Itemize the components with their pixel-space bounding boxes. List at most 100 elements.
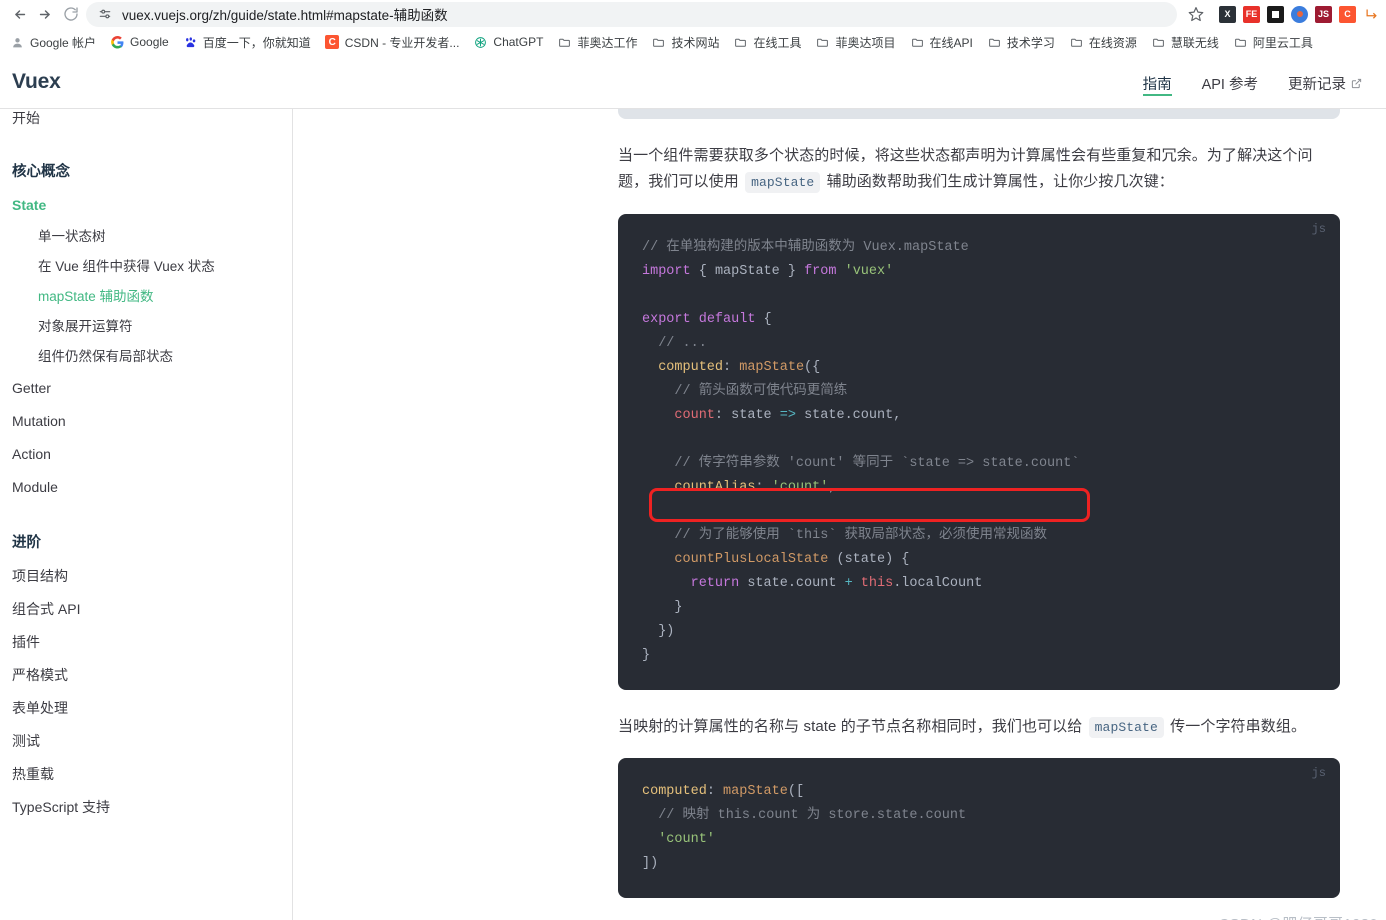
nav-link-guide[interactable]: 指南	[1142, 56, 1172, 108]
code-block-mapstate-array: js computed: mapState([ // 映射 this.count…	[618, 757, 1340, 898]
page-body: 安装 开始 核心概念 State 单一状态树 在 Vue 组件中获得 Vuex …	[0, 109, 1386, 920]
arrow-extension-icon[interactable]	[1363, 6, 1380, 23]
back-button[interactable]	[6, 2, 32, 26]
folder-icon	[557, 35, 572, 50]
chatgpt-icon	[473, 35, 488, 50]
bookmark-folder[interactable]: 菲奥达项目	[809, 31, 901, 54]
bookmark-folder[interactable]: 技术网站	[645, 31, 725, 54]
code-line: count: state => state.count,	[674, 407, 902, 423]
sidebar-item-module[interactable]: Module	[12, 471, 292, 504]
site-settings-icon[interactable]	[96, 5, 114, 23]
square-extension-icon[interactable]	[1267, 5, 1284, 23]
sidebar-item-plugins[interactable]: 插件	[12, 626, 292, 659]
code-line: // ...	[658, 335, 707, 351]
nav-link-changelog[interactable]: 更新记录	[1288, 56, 1362, 108]
bookmark-folder[interactable]: 在线工具	[727, 31, 807, 54]
folder-icon	[1151, 35, 1166, 50]
paragraph-text-a: 当映射的计算属性的名称与 state 的子节点名称相同时，我们也可以给	[618, 717, 1083, 735]
sidebar-item-testing[interactable]: 测试	[12, 725, 292, 758]
browser-toolbar: vuex.vuejs.org/zh/guide/state.html#mapst…	[0, 0, 1386, 28]
bookmark-folder[interactable]: 阿里云工具	[1227, 31, 1319, 54]
bookmark-label: Google	[130, 35, 169, 49]
bookmark-star-icon[interactable]	[1183, 2, 1209, 26]
bookmark-label: 在线工具	[753, 35, 802, 50]
bookmark-folder[interactable]: 菲奥达工作	[551, 31, 643, 54]
sidebar-item-getting-started[interactable]: 开始	[12, 109, 292, 133]
code-line: import { mapState } from 'vuex'	[642, 263, 894, 279]
csdn-icon: C	[325, 35, 340, 50]
bookmark-label: 百度一下，你就知道	[202, 35, 311, 50]
js-extension-icon[interactable]: JS	[1315, 5, 1332, 23]
sidebar-item-state[interactable]: State	[12, 189, 292, 222]
bookmark-item[interactable]: 百度一下，你就知道	[177, 31, 317, 54]
sidebar: 安装 开始 核心概念 State 单一状态树 在 Vue 组件中获得 Vuex …	[0, 109, 293, 920]
paragraph-mapstate-intro: 当一个组件需要获取多个状态的时候，将这些状态都声明为计算属性会有些重复和冗余。为…	[618, 143, 1340, 196]
bookmark-item[interactable]: Google 帐户	[4, 31, 102, 54]
code-line: }	[674, 599, 683, 615]
sidebar-item-composition-api[interactable]: 组合式 API	[12, 593, 292, 626]
folder-icon	[910, 35, 925, 50]
sidebar-item-project-structure[interactable]: 项目结构	[12, 560, 292, 593]
sidebar-item-form-handling[interactable]: 表单处理	[12, 692, 292, 725]
code-language-label: js	[1311, 221, 1326, 236]
bookmark-folder[interactable]: 技术学习	[981, 31, 1061, 54]
baidu-icon	[183, 35, 198, 50]
code-line: countPlusLocalState (state) {	[674, 551, 910, 567]
paragraph-text-b: 辅助函数帮助我们生成计算属性，让你少按几次键：	[826, 173, 1174, 191]
bookmark-item[interactable]: Google	[104, 32, 175, 53]
bookmark-label: 技术网站	[671, 35, 720, 50]
sidebar-scroll[interactable]: 安装 开始 核心概念 State 单一状态树 在 Vue 组件中获得 Vuex …	[12, 109, 292, 824]
folder-icon	[651, 35, 666, 50]
sidebar-subitem-get-state-in-vue-component[interactable]: 在 Vue 组件中获得 Vuex 状态	[12, 252, 292, 282]
reload-button[interactable]	[58, 2, 84, 26]
csdn-extension-icon[interactable]: C	[1339, 5, 1356, 23]
sidebar-heading-core-concepts: 核心概念	[12, 164, 70, 180]
content-inner: 当一个组件需要获取多个状态的时候，将这些状态都声明为计算属性会有些重复和冗余。为…	[618, 109, 1340, 898]
bookmark-label: 阿里云工具	[1252, 35, 1313, 50]
sidebar-subitem-local-state[interactable]: 组件仍然保有局部状态	[12, 342, 292, 372]
bookmark-label: 在线资源	[1088, 35, 1137, 50]
folder-icon	[733, 35, 748, 50]
sidebar-subitem-object-spread[interactable]: 对象展开运算符	[12, 312, 292, 342]
code-content[interactable]: // 在单独构建的版本中辅助函数为 Vuex.mapState import { …	[618, 236, 1340, 668]
address-bar[interactable]: vuex.vuejs.org/zh/guide/state.html#mapst…	[86, 1, 1177, 27]
code-line: 'count'	[658, 831, 715, 847]
folder-icon	[987, 35, 1002, 50]
sidebar-item-strict-mode[interactable]: 严格模式	[12, 659, 292, 692]
bookmark-label: 菲奥达工作	[577, 35, 638, 50]
sidebar-heading-advanced: 进阶	[12, 535, 41, 551]
code-line: ])	[642, 855, 659, 871]
bookmark-label: 慧联无线	[1170, 35, 1219, 50]
site-logo-title[interactable]: Vuex	[12, 70, 61, 94]
sidebar-subitem-single-state-tree[interactable]: 单一状态树	[12, 222, 292, 252]
bookmark-folder[interactable]: 在线资源	[1063, 31, 1143, 54]
sidebar-item-typescript-support[interactable]: TypeScript 支持	[12, 791, 292, 824]
nav-link-label: 更新记录	[1288, 76, 1346, 93]
inline-code-mapstate: mapState	[1088, 716, 1164, 738]
site-header: Vuex 指南 API 参考 更新记录	[0, 56, 1386, 109]
code-content[interactable]: computed: mapState([ // 映射 this.count 为 …	[618, 780, 1340, 876]
sidebar-item-mutation[interactable]: Mutation	[12, 405, 292, 438]
bookmark-item[interactable]: C CSDN - 专业开发者...	[319, 31, 466, 54]
nav-link-api[interactable]: API 参考	[1202, 56, 1258, 108]
bookmark-folder[interactable]: 在线API	[904, 31, 979, 54]
sidebar-subitem-mapstate-helper[interactable]: mapState 辅助函数	[12, 282, 292, 312]
forward-button[interactable]	[32, 2, 58, 26]
browser-chrome: vuex.vuejs.org/zh/guide/state.html#mapst…	[0, 0, 1386, 56]
sidebar-item-getter[interactable]: Getter	[12, 372, 292, 405]
fe-extension-icon[interactable]: FE	[1243, 5, 1260, 23]
code-line: return state.count + this.localCount	[690, 575, 983, 591]
folder-icon	[815, 35, 830, 50]
globe-extension-icon[interactable]	[1291, 5, 1308, 23]
main-content: 当一个组件需要获取多个状态的时候，将这些状态都声明为计算属性会有些重复和冗余。为…	[293, 109, 1386, 920]
bookmark-label: CSDN - 专业开发者...	[344, 35, 460, 50]
url-text: vuex.vuejs.org/zh/guide/state.html#mapst…	[122, 8, 448, 23]
code-line: computed: mapState([	[642, 783, 805, 799]
bookmark-folder[interactable]: 慧联无线	[1145, 31, 1225, 54]
bookmark-item[interactable]: ChatGPT	[467, 32, 549, 53]
sidebar-item-action[interactable]: Action	[12, 438, 292, 471]
sidebar-item-hot-reload[interactable]: 热重载	[12, 758, 292, 791]
x-extension-icon[interactable]: X	[1219, 5, 1236, 23]
